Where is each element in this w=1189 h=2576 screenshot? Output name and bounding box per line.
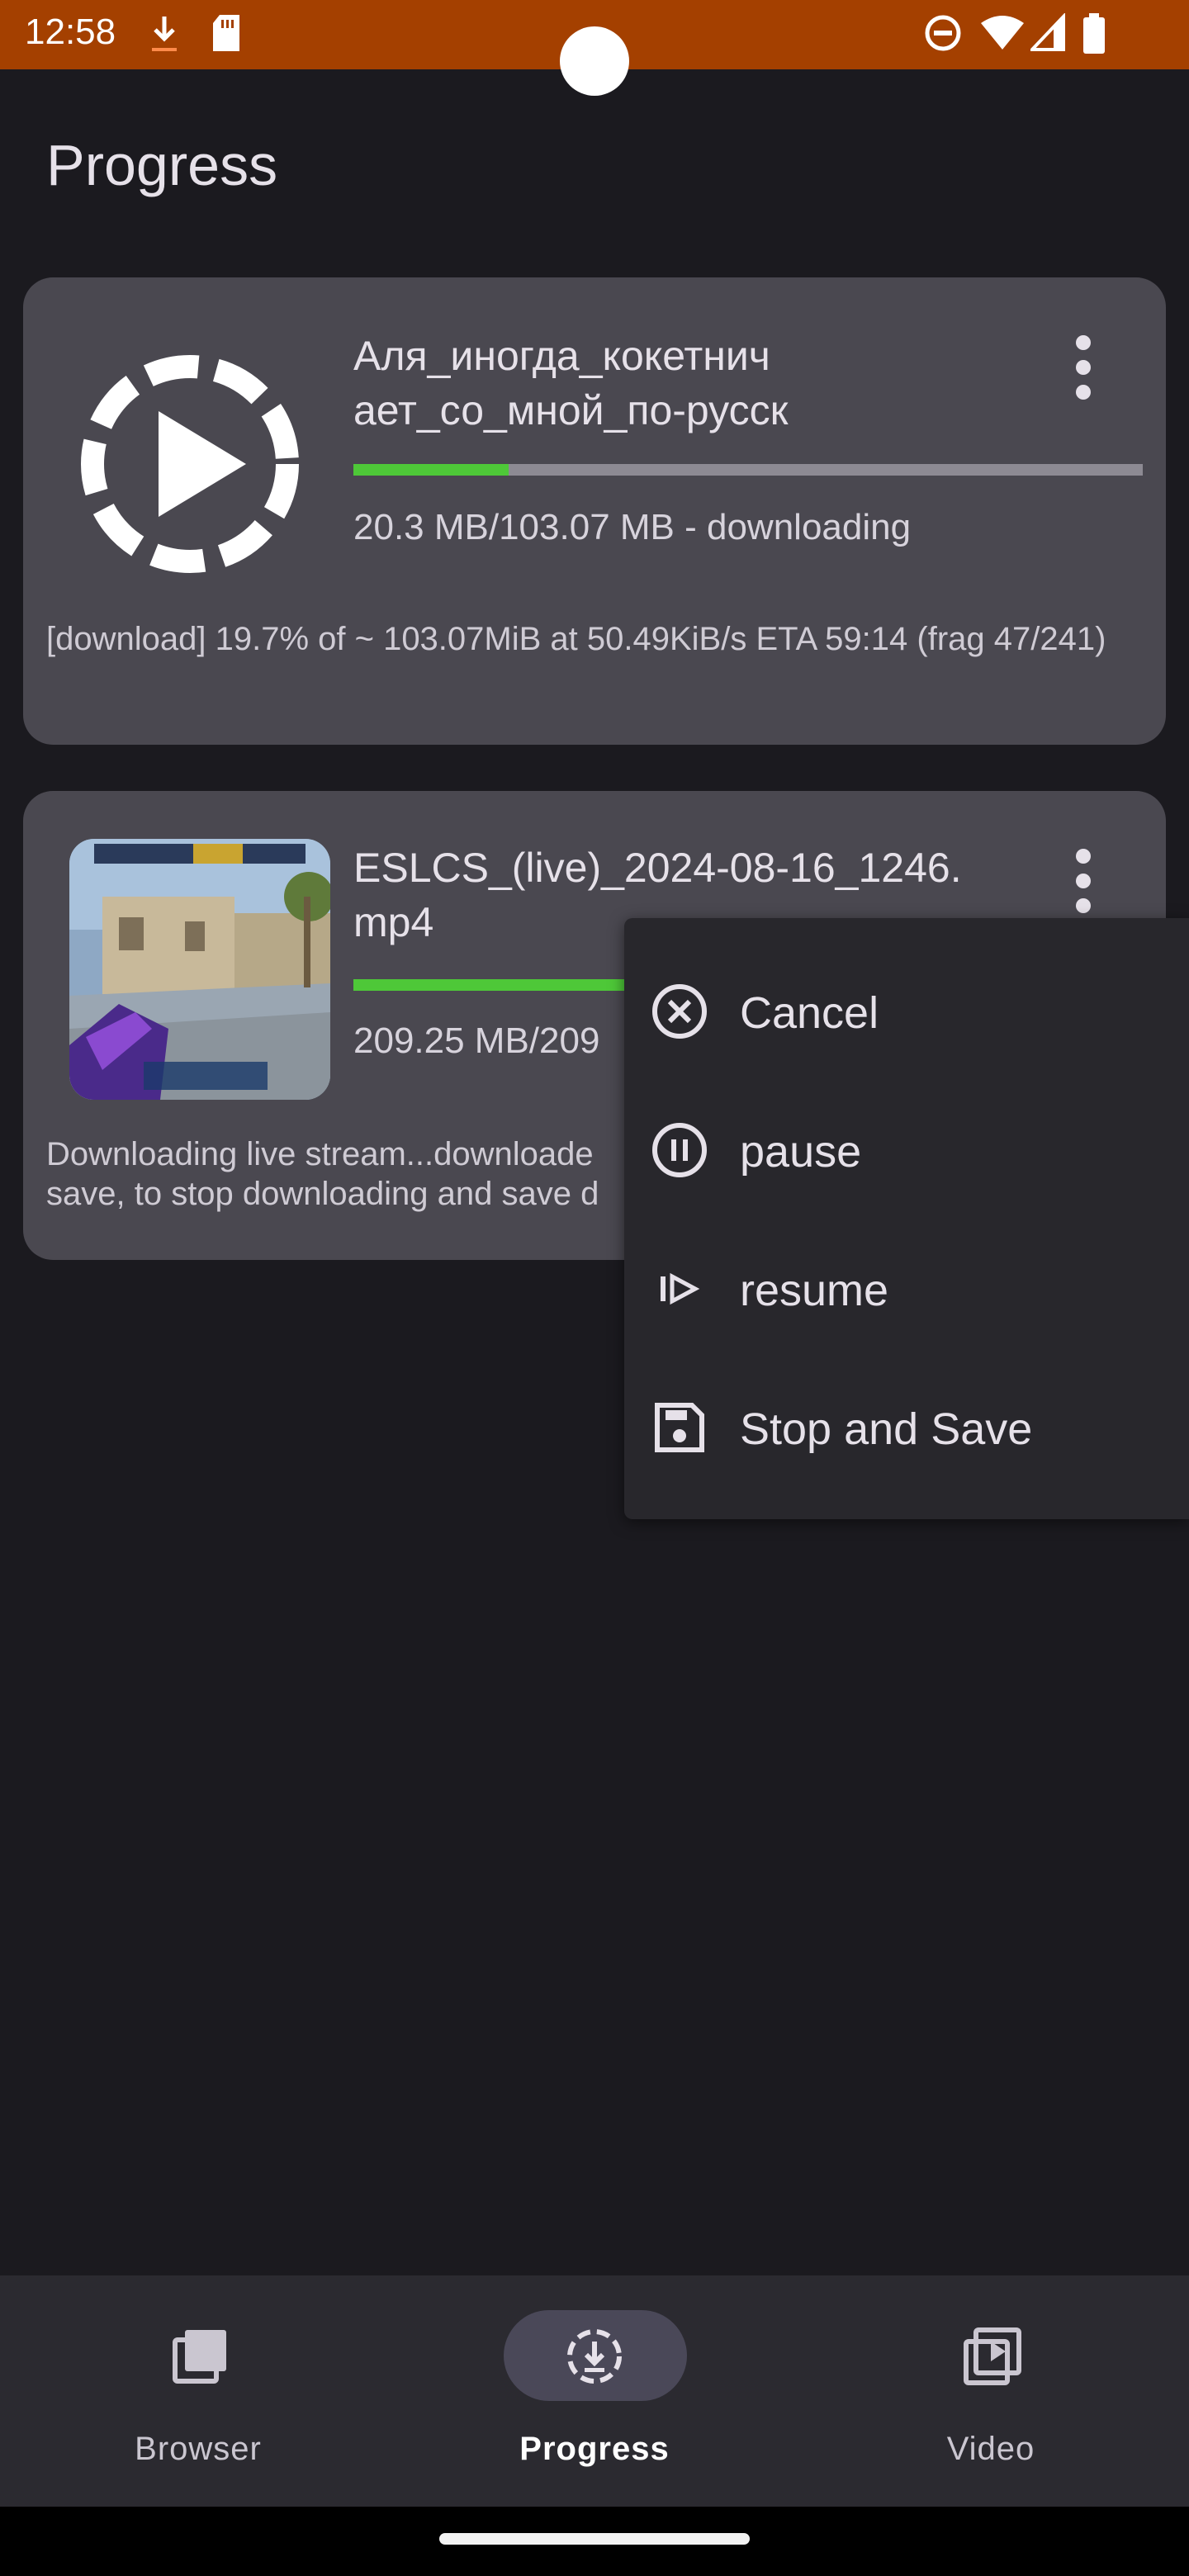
nav-item-progress[interactable]: Progress [396, 2275, 793, 2507]
play-loading-icon [81, 355, 299, 573]
download-size: 20.3 MB/103.07 MB - downloading [353, 507, 912, 547]
download-size: 209.25 MB/209 [353, 1020, 600, 1061]
signal-icon [1030, 13, 1065, 51]
status-time: 12:58 [25, 12, 116, 52]
nav-label: Progress [519, 2431, 670, 2467]
sdcard-icon [213, 15, 239, 51]
resume-icon [661, 1272, 700, 1305]
progress-fill [353, 464, 509, 476]
more-options-icon[interactable] [1067, 335, 1100, 410]
video-thumbnail [69, 839, 330, 1100]
home-gesture-bar[interactable] [439, 2533, 750, 2545]
download-progress-bar [353, 464, 1143, 476]
cancel-icon [652, 984, 707, 1039]
progress-icon [567, 2329, 622, 2384]
download-title: Аля_иногда_кокетнич ает_со_мной_по-русск [353, 333, 789, 433]
nav-label: Browser [135, 2431, 262, 2467]
menu-item-stop-and-save[interactable]: Stop and Save [624, 1357, 1189, 1496]
download-log: [download] 19.7% of ~ 103.07MiB at 50.49… [46, 621, 1106, 657]
nav-item-browser[interactable]: Browser [0, 2275, 396, 2507]
pause-icon [652, 1123, 707, 1177]
nav-item-video[interactable]: Video [793, 2275, 1189, 2507]
bottom-navigation: Browser Progress Video [0, 2275, 1189, 2507]
download-icon [152, 17, 177, 51]
video-icon [964, 2327, 1021, 2385]
menu-item-pause[interactable]: pause [624, 1080, 1189, 1219]
more-options-icon[interactable] [1067, 849, 1100, 923]
wifi-icon [981, 16, 1024, 50]
page-title: Progress [46, 133, 278, 197]
nav-label: Video [946, 2431, 1035, 2467]
menu-item-resume[interactable]: resume [624, 1219, 1189, 1357]
overflow-menu: Cancel pause resume Stop and Save [624, 918, 1189, 1519]
battery-icon [1083, 13, 1105, 54]
dnd-icon [925, 15, 961, 51]
camera-cutout [560, 26, 629, 96]
save-icon [655, 1403, 704, 1452]
browser-icon [173, 2330, 226, 2384]
download-card[interactable]: Аля_иногда_кокетнич ает_со_мной_по-русск… [23, 277, 1166, 745]
menu-item-label: pause [740, 1127, 862, 1177]
menu-item-cancel[interactable]: Cancel [624, 941, 1189, 1080]
menu-item-label: Cancel [740, 988, 879, 1038]
menu-item-label: resume [740, 1266, 889, 1315]
menu-item-label: Stop and Save [740, 1404, 1033, 1454]
